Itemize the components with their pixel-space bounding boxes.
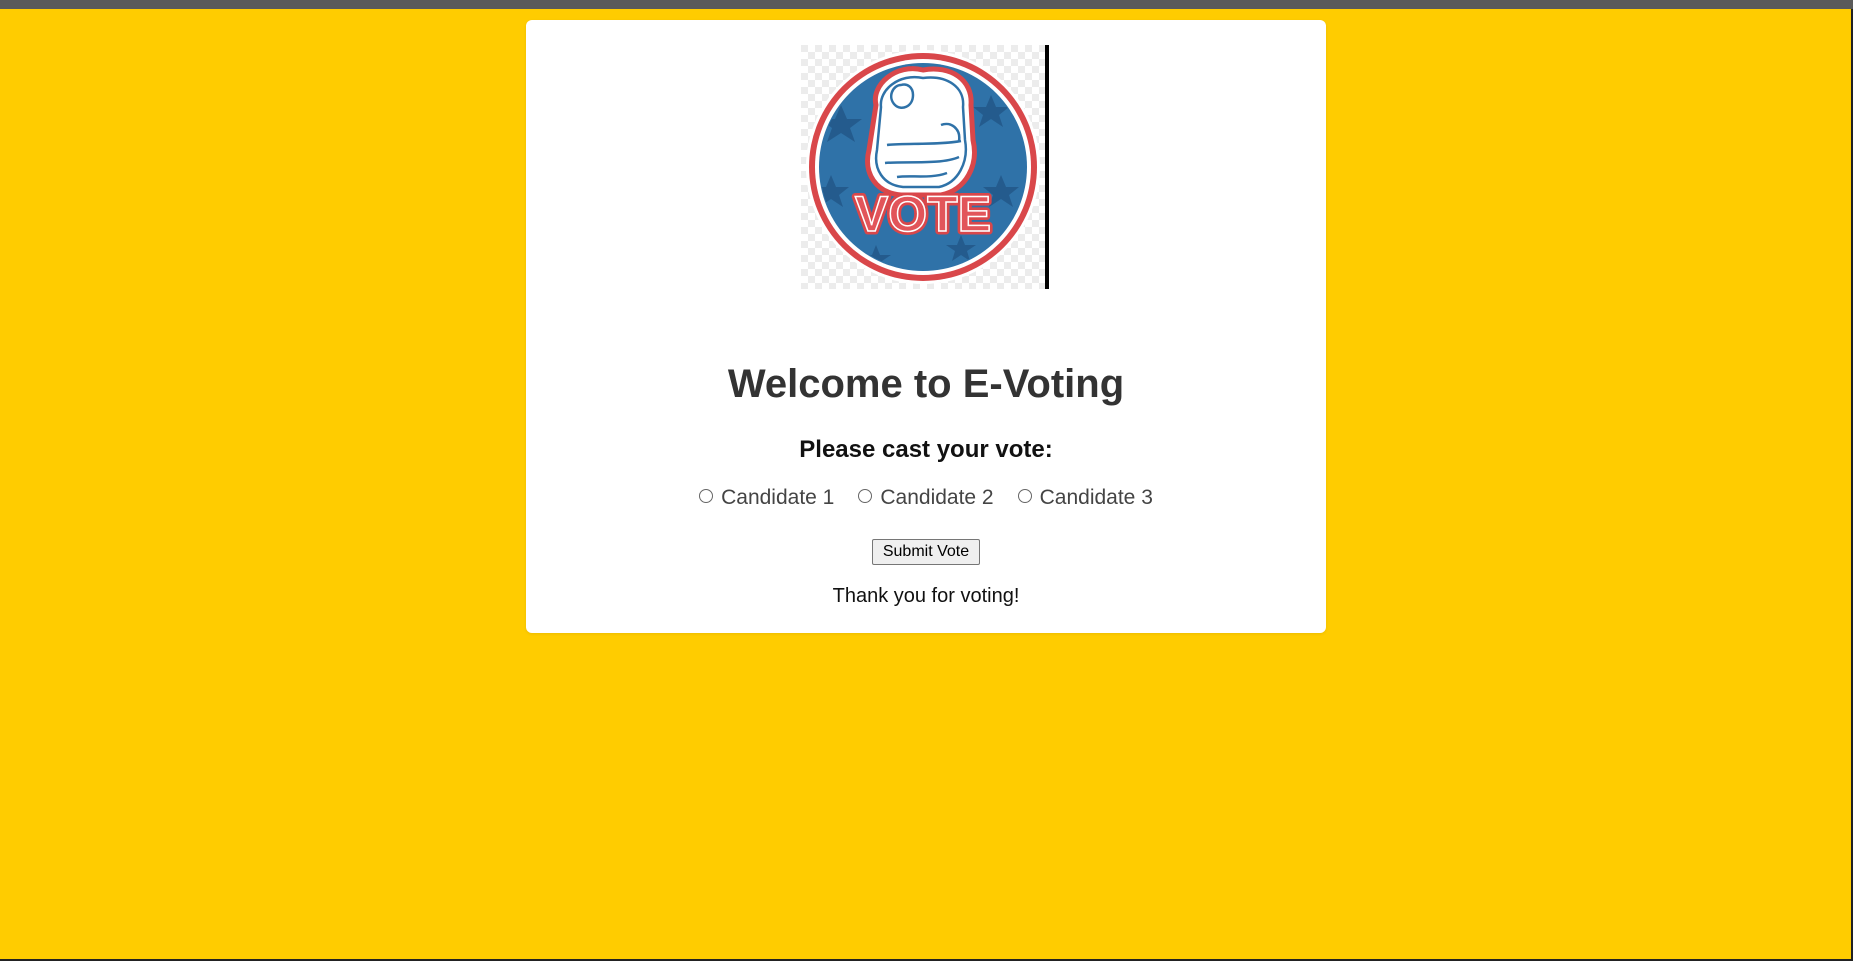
vote-prompt: Please cast your vote: (799, 436, 1053, 463)
candidate-3-radio[interactable] (1017, 489, 1032, 503)
candidate-2-radio[interactable] (858, 489, 873, 503)
submit-vote-button[interactable]: Submit Vote (872, 539, 980, 565)
logo-border (1045, 45, 1049, 289)
candidate-options: Candidate 1 Candidate 2 Candidate 3 (526, 486, 1326, 510)
candidate-option-1[interactable]: Candidate 1 (699, 486, 834, 510)
page-title: Welcome to E-Voting (727, 362, 1125, 406)
voting-card: VOTE VOTE Welcome to E-Voting Please cas… (526, 20, 1326, 633)
browser-top-bar (0, 0, 1853, 9)
candidate-1-radio[interactable] (699, 489, 714, 503)
vote-badge-icon: VOTE VOTE (801, 45, 1045, 289)
candidate-3-label: Candidate 3 (1039, 486, 1153, 509)
candidate-option-2[interactable]: Candidate 2 (858, 486, 994, 510)
vote-badge-text: VOTE (855, 186, 991, 242)
candidate-1-label: Candidate 1 (721, 486, 835, 509)
status-message: Thank you for voting! (832, 585, 1020, 607)
vote-logo: VOTE VOTE (801, 45, 1049, 289)
candidate-2-label: Candidate 2 (880, 486, 994, 509)
candidate-option-3[interactable]: Candidate 3 (1017, 486, 1153, 510)
